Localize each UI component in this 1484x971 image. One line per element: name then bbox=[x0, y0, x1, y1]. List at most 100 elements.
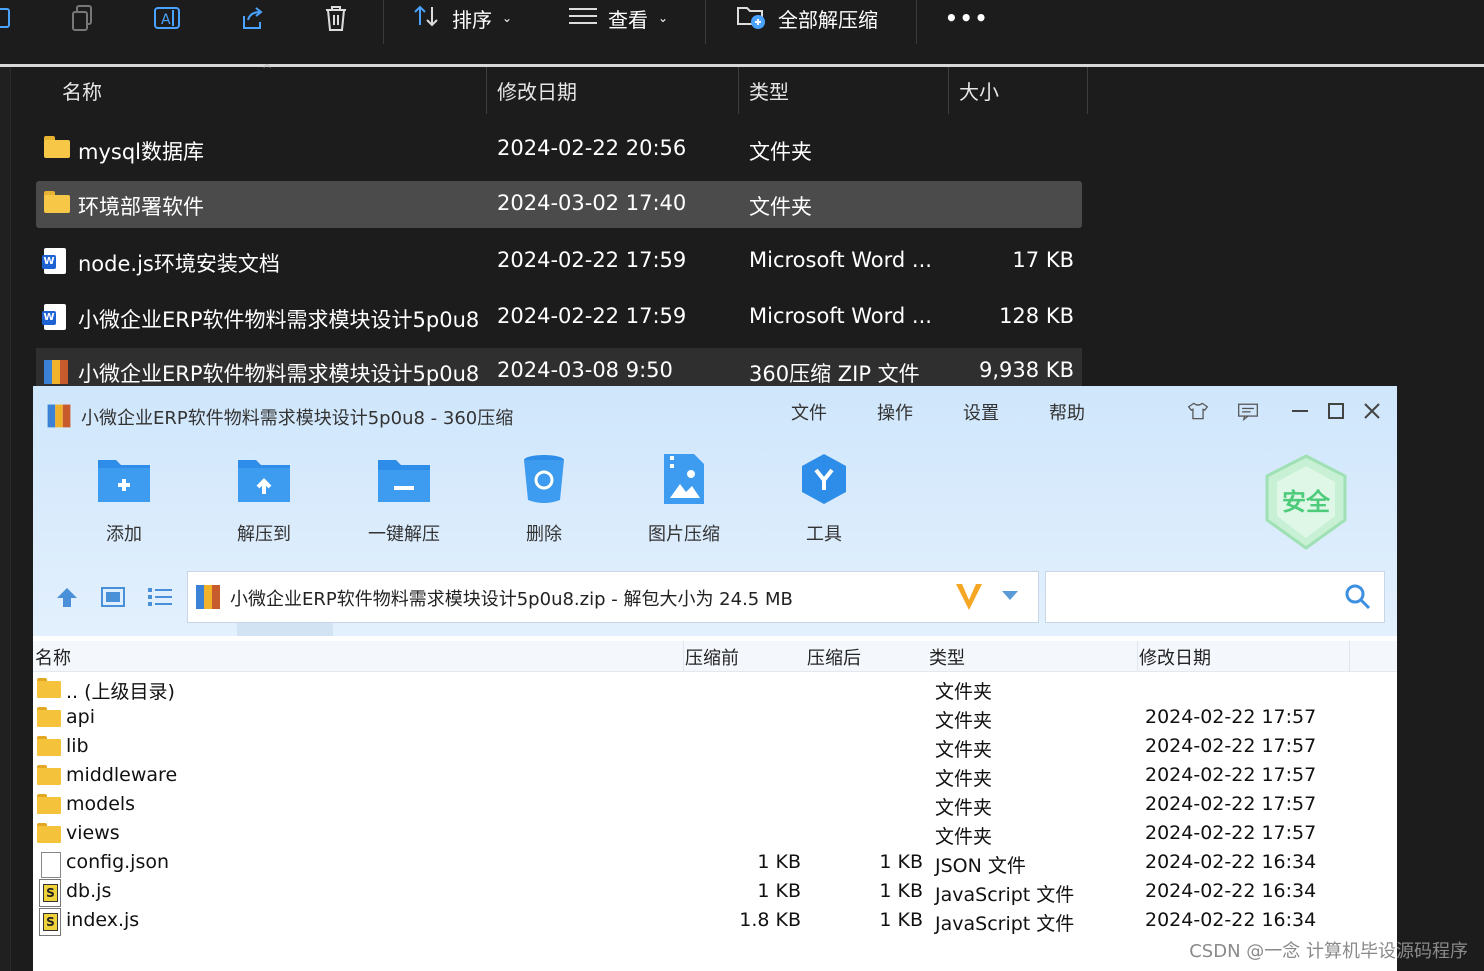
file-type: 360压缩 ZIP 文件 bbox=[749, 362, 920, 386]
extract-to-folder-icon bbox=[236, 454, 292, 504]
column-header-type[interactable]: 类型 bbox=[749, 67, 789, 114]
file-size: 128 KB bbox=[999, 304, 1074, 328]
column-header-size[interactable]: 大小 bbox=[959, 67, 999, 114]
more-button[interactable]: ••• bbox=[945, 2, 989, 34]
thumbnail-view-icon[interactable] bbox=[101, 586, 125, 612]
item-name: views bbox=[66, 822, 120, 844]
folder-icon bbox=[37, 765, 61, 787]
file-name: node.js环境安装文档 bbox=[78, 252, 280, 276]
zip-list-item[interactable]: models 文件夹 2024-02-22 17:57 bbox=[33, 791, 1397, 820]
zip-list-item[interactable]: S db.js 1 KB 1 KB JavaScript 文件 2024-02-… bbox=[33, 878, 1397, 907]
maximize-icon[interactable] bbox=[1325, 400, 1347, 422]
file-name: 小微企业ERP软件物料需求模块设计5p0u8 bbox=[78, 308, 480, 332]
toolbar-divider bbox=[0, 64, 1484, 67]
app-logo-icon bbox=[47, 402, 71, 428]
file-type: Microsoft Word ... bbox=[749, 304, 932, 328]
one-click-extract-label: 一键解压 bbox=[368, 524, 440, 545]
list-view-icon[interactable] bbox=[147, 586, 173, 612]
trash-icon[interactable] bbox=[320, 4, 352, 32]
extract-all-button[interactable]: 全部解压缩 bbox=[736, 2, 878, 34]
minimize-icon[interactable] bbox=[1289, 400, 1311, 422]
sort-button[interactable]: 排序 ⌄ bbox=[412, 2, 512, 34]
zip-list-item[interactable]: config.json 1 KB 1 KB JSON 文件 2024-02-22… bbox=[33, 849, 1397, 878]
item-type: 文件夹 bbox=[935, 768, 993, 790]
one-click-extract-button[interactable]: 一键解压 bbox=[359, 454, 449, 550]
folder-icon bbox=[37, 794, 61, 816]
sort-label: 排序 bbox=[452, 7, 492, 32]
column-header-type[interactable]: 类型 bbox=[929, 644, 965, 670]
recycle-bin-icon bbox=[516, 454, 572, 504]
item-name: config.json bbox=[66, 851, 170, 873]
column-header-after[interactable]: 压缩后 bbox=[807, 644, 861, 670]
file-row[interactable]: mysql数据库 2024-02-22 20:56 文件夹 bbox=[36, 126, 1082, 173]
item-type: 文件夹 bbox=[935, 739, 993, 761]
extract-to-button[interactable]: 解压到 bbox=[219, 454, 309, 550]
feedback-icon[interactable] bbox=[1237, 400, 1259, 422]
new-item-icon[interactable] bbox=[0, 4, 18, 32]
security-badge-label: 安全 bbox=[1282, 488, 1330, 516]
image-compress-button[interactable]: 图片压缩 bbox=[639, 454, 729, 550]
folder-icon bbox=[44, 191, 70, 217]
js-file-icon: S bbox=[39, 879, 63, 907]
column-header-name[interactable]: 名称 bbox=[35, 644, 71, 670]
column-header-before[interactable]: 压缩前 bbox=[685, 644, 739, 670]
item-type: JSON 文件 bbox=[935, 855, 1026, 877]
zip-list-item[interactable]: .. (上级目录) 文件夹 bbox=[33, 675, 1397, 704]
file-date: 2024-03-08 9:50 bbox=[497, 358, 673, 382]
word-doc-icon: W bbox=[42, 304, 70, 330]
zip-list-item[interactable]: api 文件夹 2024-02-22 17:57 bbox=[33, 704, 1397, 733]
rename-icon[interactable]: A bbox=[152, 4, 184, 32]
security-shield-badge[interactable]: 安全 bbox=[1263, 454, 1349, 550]
file-date: 2024-02-22 17:59 bbox=[497, 248, 687, 272]
add-button[interactable]: 添加 bbox=[79, 454, 169, 550]
file-type: Microsoft Word ... bbox=[749, 248, 932, 272]
search-input[interactable] bbox=[1045, 571, 1385, 623]
view-button[interactable]: 查看 ⌄ bbox=[568, 2, 668, 34]
explorer-toolbar: A 排序 ⌄ 查看 ⌄ 全部解压缩 ••• bbox=[0, 0, 1484, 64]
tools-button[interactable]: 工具 bbox=[779, 454, 869, 550]
item-size-before: 1.8 KB bbox=[739, 909, 801, 931]
close-icon[interactable] bbox=[1361, 400, 1383, 422]
column-header-name[interactable]: 名称 bbox=[62, 67, 102, 114]
zip-list-item[interactable]: lib 文件夹 2024-02-22 17:57 bbox=[33, 733, 1397, 762]
file-name: 环境部署软件 bbox=[78, 195, 204, 219]
menu-settings[interactable]: 设置 bbox=[963, 399, 999, 425]
column-header-date[interactable]: 修改日期 bbox=[497, 67, 577, 114]
search-icon[interactable] bbox=[1344, 583, 1372, 615]
menu-help[interactable]: 帮助 bbox=[1049, 399, 1085, 425]
item-size-after: 1 KB bbox=[879, 880, 923, 902]
json-file-icon bbox=[41, 852, 65, 878]
menu-file[interactable]: 文件 bbox=[791, 399, 827, 425]
share-icon[interactable] bbox=[236, 4, 268, 32]
copy-icon[interactable] bbox=[68, 4, 100, 32]
extract-to-label: 解压到 bbox=[237, 524, 291, 545]
zip-list-item[interactable]: middleware 文件夹 2024-02-22 17:57 bbox=[33, 762, 1397, 791]
file-row-selected[interactable]: 环境部署软件 2024-03-02 17:40 文件夹 bbox=[36, 181, 1082, 228]
skin-icon[interactable] bbox=[1187, 400, 1209, 422]
word-doc-icon: W bbox=[42, 248, 70, 274]
folder-icon bbox=[37, 707, 61, 729]
address-bar[interactable]: 小微企业ERP软件物料需求模块设计5p0u8.zip - 解包大小为 24.5 … bbox=[187, 571, 1039, 623]
item-date: 2024-02-22 16:34 bbox=[1145, 851, 1317, 873]
sort-icon bbox=[412, 3, 442, 34]
zip-list-item[interactable]: S index.js 1.8 KB 1 KB JavaScript 文件 202… bbox=[33, 907, 1397, 936]
item-name: api bbox=[66, 706, 95, 728]
file-row[interactable]: W 小微企业ERP软件物料需求模块设计5p0u8 2024-02-22 17:5… bbox=[36, 294, 1082, 341]
file-row[interactable]: W node.js环境安装文档 2024-02-22 17:59 Microso… bbox=[36, 238, 1082, 285]
delete-button[interactable]: 删除 bbox=[499, 454, 589, 550]
up-arrow-icon[interactable] bbox=[55, 586, 79, 612]
add-label: 添加 bbox=[106, 524, 142, 545]
tools-label: 工具 bbox=[806, 524, 842, 545]
column-header-date[interactable]: 修改日期 bbox=[1139, 644, 1211, 670]
view-label: 查看 bbox=[608, 7, 648, 32]
item-type: 文件夹 bbox=[935, 797, 993, 819]
menu-operation[interactable]: 操作 bbox=[877, 399, 913, 425]
item-date: 2024-02-22 17:57 bbox=[1145, 793, 1317, 815]
zip-archive-icon bbox=[44, 358, 70, 384]
address-dropdown-icon[interactable] bbox=[1000, 588, 1020, 607]
item-date: 2024-02-22 16:34 bbox=[1145, 909, 1317, 931]
zip-list-item[interactable]: views 文件夹 2024-02-22 17:57 bbox=[33, 820, 1397, 849]
v-logo-icon[interactable] bbox=[954, 580, 984, 616]
image-compress-label: 图片压缩 bbox=[648, 524, 720, 545]
item-name: middleware bbox=[66, 764, 178, 786]
